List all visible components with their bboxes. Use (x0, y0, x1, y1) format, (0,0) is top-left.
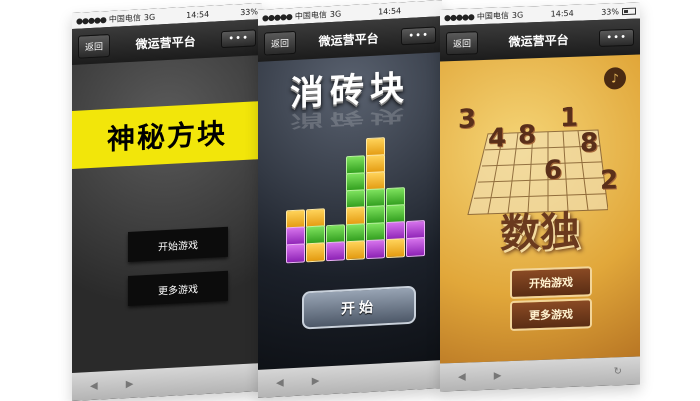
more-games-button[interactable]: 更多游戏 (510, 298, 592, 332)
nav-title: 微运营平台 (508, 32, 569, 49)
network-label: 3G (143, 12, 156, 22)
brick-block[interactable] (406, 237, 425, 258)
more-button[interactable]: ••• (221, 28, 256, 48)
back-arrow-icon[interactable]: ◀ (90, 380, 98, 391)
back-arrow-icon[interactable]: ◀ (276, 377, 284, 388)
sudoku-digit: 1 (560, 102, 579, 134)
battery-percent: 33% (240, 6, 258, 17)
sudoku-digit: 8 (580, 127, 599, 159)
more-button[interactable]: ••• (401, 25, 436, 45)
forward-arrow-icon[interactable]: ▶ (494, 370, 502, 381)
signal-icon: ●●●●● (76, 14, 106, 26)
signal-icon: ●●●●● (444, 11, 474, 22)
time-label: 14:54 (378, 5, 402, 17)
start-game-button[interactable]: 开始 (302, 285, 416, 330)
game-title: 数独 (500, 208, 580, 258)
phone-screen-mystery-blocks: ●●●●● 中国电信 3G 14:54 33% 返回 微运营平台 ••• 神秘方… (72, 3, 262, 401)
carrier-label: 中国电信 (294, 9, 327, 21)
sudoku-digit: 2 (600, 165, 619, 196)
forward-arrow-icon[interactable]: ▶ (126, 378, 134, 389)
nav-title: 微运营平台 (318, 30, 379, 49)
back-arrow-icon[interactable]: ◀ (458, 371, 466, 382)
forward-arrow-icon[interactable]: ▶ (312, 375, 320, 386)
game-area: 消砖块 消砖块 开始 (258, 52, 442, 370)
signal-icon: ●●●●● (262, 11, 292, 23)
carrier-label: 中国电信 (108, 12, 141, 24)
back-button[interactable]: 返回 (446, 30, 479, 55)
nav-title: 微运营平台 (135, 33, 196, 52)
brick-block[interactable] (326, 241, 345, 262)
sudoku-digit: 3 (458, 104, 477, 135)
start-game-button[interactable]: 开始游戏 (510, 266, 592, 300)
refresh-icon[interactable]: ↻ (614, 366, 622, 377)
brick-block[interactable] (346, 240, 365, 261)
back-button[interactable]: 返回 (264, 30, 297, 56)
sudoku-digit: 6 (544, 155, 563, 186)
brick-block[interactable] (386, 238, 405, 259)
more-button[interactable]: ••• (599, 28, 634, 47)
game-title: 神秘方块 (72, 101, 262, 169)
sound-icon[interactable]: ♪ (604, 66, 626, 90)
back-button[interactable]: 返回 (78, 33, 111, 59)
sudoku-digit: 4 (488, 123, 507, 154)
brick-block[interactable] (306, 242, 325, 263)
time-label: 14:54 (186, 9, 210, 20)
phone-screen-sudoku: ●●●●● 中国电信 3G 14:54 33% 返回 微运营平台 ••• ♪ 3… (440, 2, 640, 392)
time-label: 14:54 (550, 8, 574, 19)
brick-block[interactable] (286, 243, 305, 264)
browser-toolbar: ◀ ▶ ↻ (440, 356, 640, 392)
battery-icon (621, 7, 636, 15)
brick-block[interactable] (366, 239, 385, 260)
game-area: 神秘方块 开始游戏 更多游戏 (72, 55, 262, 373)
block-grid[interactable] (286, 134, 436, 264)
more-games-button[interactable]: 更多游戏 (128, 270, 228, 307)
network-label: 3G (511, 10, 524, 20)
game-area: ♪ 3481682 数独 开始游戏 更多游戏 (440, 54, 640, 364)
phone-screen-brick-breaker: ●●●●● 中国电信 3G 14:54 返回 微运营平台 ••• 消砖块 消砖块… (258, 0, 442, 398)
battery-percent: 33% (601, 6, 619, 17)
start-game-button[interactable]: 开始游戏 (128, 226, 228, 263)
carrier-label: 中国电信 (476, 10, 509, 21)
network-label: 3G (329, 8, 342, 19)
sudoku-digit: 8 (518, 120, 537, 151)
